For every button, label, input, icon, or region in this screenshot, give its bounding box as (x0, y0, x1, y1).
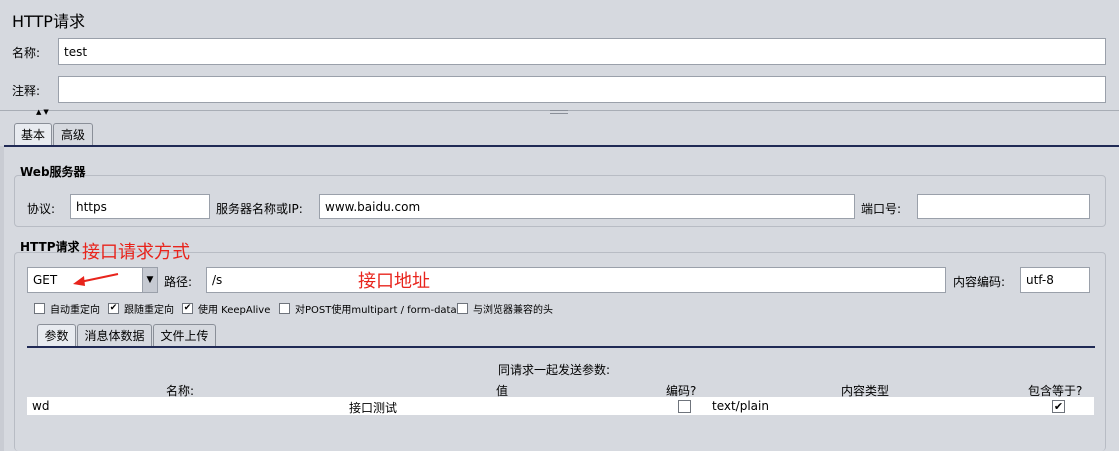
port-field[interactable] (917, 194, 1090, 219)
http-request-section-title: HTTP请求 (20, 240, 80, 254)
checkbox-box[interactable] (279, 303, 290, 314)
params-caption: 同请求一起发送参数: (498, 363, 611, 377)
checkbox-box[interactable] (34, 303, 45, 314)
protocol-field[interactable]: https (70, 194, 210, 219)
encoding-field[interactable]: utf-8 (1020, 267, 1090, 293)
browser-headers-label: 与浏览器兼容的头 (473, 305, 553, 316)
auto-redirect-label: 自动重定向 (50, 305, 100, 316)
follow-redirect-checkbox[interactable]: ✔ 跟随重定向 (108, 301, 174, 316)
protocol-label: 协议: (27, 202, 56, 216)
tab-file-upload[interactable]: 文件上传 (153, 324, 216, 346)
splitter-arrows-icon[interactable]: ▲▼ (36, 108, 51, 116)
table-row[interactable] (27, 397, 1094, 415)
tab-rule (4, 145, 1119, 147)
multipart-checkbox[interactable]: 对POST使用multipart / form-data (279, 301, 457, 316)
path-annotation: 接口地址 (358, 271, 430, 292)
encoding-label: 内容编码: (953, 275, 1006, 289)
checkmark-icon[interactable]: ✔ (108, 303, 119, 314)
param-content-type-cell[interactable]: text/plain (712, 399, 769, 413)
left-edge (0, 146, 4, 451)
port-label: 端口号: (861, 202, 902, 216)
name-label: 名称: (12, 46, 41, 60)
tab-body-data[interactable]: 消息体数据 (77, 324, 152, 346)
encode-checkbox[interactable] (678, 400, 691, 413)
server-label: 服务器名称或IP: (216, 202, 303, 216)
comment-field[interactable] (58, 76, 1106, 103)
chevron-down-icon[interactable]: ▼ (142, 268, 157, 292)
multipart-label: 对POST使用multipart / form-data (295, 305, 457, 316)
checkmark-icon[interactable]: ✔ (182, 303, 193, 314)
tab-basic[interactable]: 基本 (14, 123, 52, 145)
path-field[interactable]: /s (206, 267, 946, 293)
include-equals-checkbox[interactable]: ✔ (1052, 400, 1065, 413)
follow-redirect-label: 跟随重定向 (124, 305, 174, 316)
tab-advanced[interactable]: 高级 (53, 123, 93, 145)
keepalive-checkbox[interactable]: ✔ 使用 KeepAlive (182, 301, 270, 316)
web-server-section-title: Web服务器 (20, 165, 86, 179)
tab-parameters[interactable]: 参数 (37, 324, 76, 346)
auto-redirect-checkbox[interactable]: 自动重定向 (34, 301, 100, 316)
param-name-cell[interactable]: wd (32, 399, 49, 413)
checkbox-box[interactable] (457, 303, 468, 314)
browser-headers-checkbox[interactable]: 与浏览器兼容的头 (457, 301, 553, 316)
splitter-grip-icon[interactable] (550, 110, 568, 114)
arrow-left-icon (73, 273, 119, 286)
window-title: HTTP请求 (12, 12, 85, 31)
name-field[interactable]: test (58, 38, 1106, 65)
method-annotation: 接口请求方式 (82, 242, 190, 263)
keepalive-label: 使用 KeepAlive (198, 305, 271, 316)
path-label: 路径: (164, 275, 193, 289)
comment-label: 注释: (12, 84, 41, 98)
sub-tab-rule (27, 346, 1095, 348)
param-value-cell[interactable]: 接口测试 (349, 399, 397, 416)
server-field[interactable]: www.baidu.com (319, 194, 855, 219)
